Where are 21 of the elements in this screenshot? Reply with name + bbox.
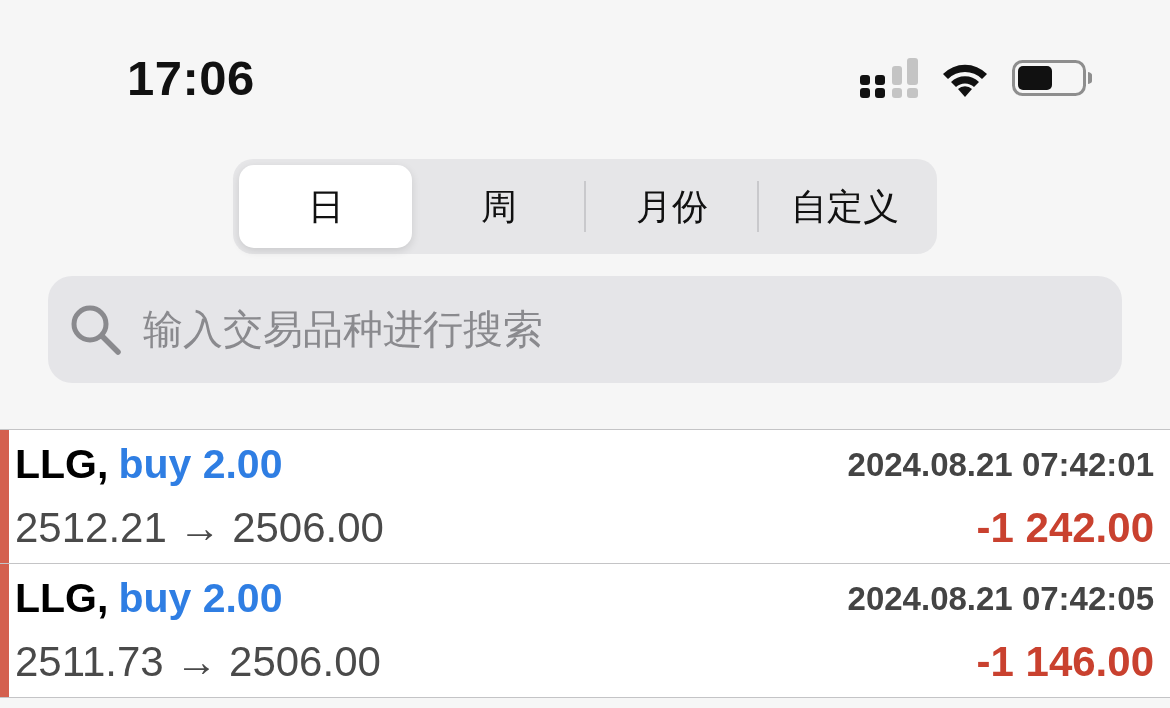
profit-value: -1 146.00 [976,637,1154,687]
order-label: buy 2.00 [118,439,283,489]
price-change: 2512.21 → 2506.00 [15,503,384,553]
symbol-label: LLG, [15,439,109,489]
symbol-label: LLG, [15,573,109,623]
price-change: 2511.73 → 2506.00 [15,637,381,687]
trade-row[interactable]: LLG, buy 2.00 2024.08.21 07:42:05 2511.73 → 2506.00 -1 146.00 [0,564,1170,698]
period-tab[interactable]: 日 [239,165,412,248]
battery-icon [1012,60,1092,96]
period-tab[interactable]: 月份 [585,165,758,248]
signal-icon [860,58,918,98]
period-tab[interactable]: 自定义 [758,165,931,248]
trade-time: 2024.08.21 07:42:05 [847,578,1154,619]
search-field[interactable]: 输入交易品种进行搜索 [48,276,1122,383]
trade-time: 2024.08.21 07:42:01 [847,444,1154,485]
order-label: buy 2.00 [118,573,283,623]
status-time: 17:06 [127,53,255,103]
trade-row[interactable]: LLG, buy 2.00 2024.08.21 07:42:01 2512.21 → 2506.00 -1 242.00 [0,430,1170,564]
period-tab[interactable]: 周 [412,165,585,248]
search-icon [70,304,121,355]
profit-value: -1 242.00 [976,503,1154,553]
